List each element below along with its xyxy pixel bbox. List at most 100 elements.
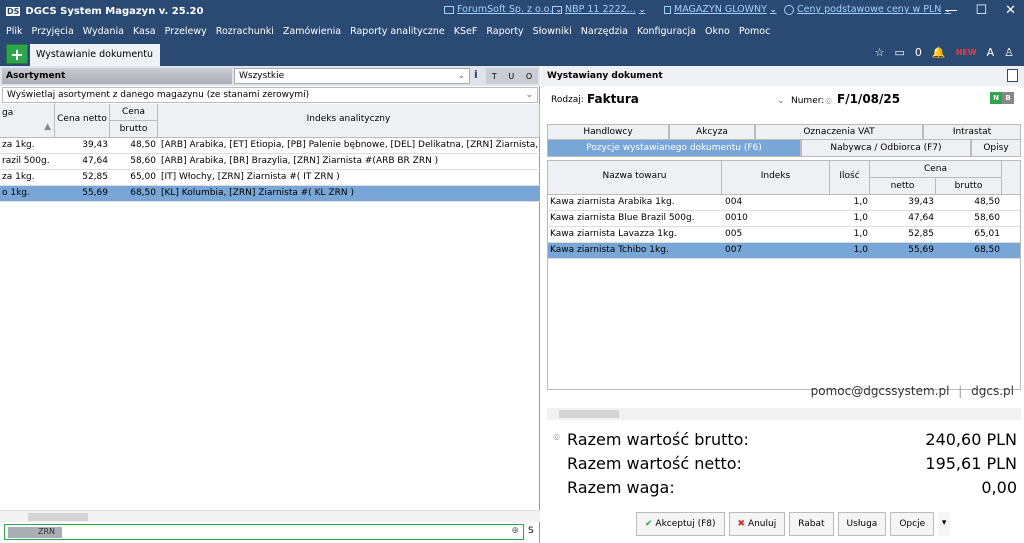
document-panel-title: Wystawiany dokument xyxy=(541,66,1024,86)
user-icon[interactable]: ♙ xyxy=(1004,46,1014,59)
price-selector[interactable]: Ceny podstawowe ceny w PLN ⌄ xyxy=(784,4,951,15)
table-row[interactable]: za 1kg. 39,43 48,50 [ARB] Arabika, [ET] … xyxy=(0,138,540,154)
company-label: ForumSoft Sp. z o.o. xyxy=(457,4,553,15)
usluga-button[interactable]: Usługa xyxy=(837,512,887,536)
bank-selector[interactable]: NBP 11 2222... ⌄ xyxy=(552,4,645,15)
table-row[interactable]: Kawa ziarnista Blue Brazil 500g. 0010 1,… xyxy=(548,211,1020,227)
search-icon[interactable]: ⊕ xyxy=(511,526,519,536)
menu-raporty-analityczne[interactable]: Raporty analityczne xyxy=(350,26,445,37)
menu-konfiguracja[interactable]: Konfiguracja xyxy=(637,26,696,37)
col-brutto[interactable]: brutto xyxy=(936,178,1002,195)
computer-icon[interactable]: ▭ xyxy=(895,46,905,59)
tab-intrastat[interactable]: Intrastat xyxy=(923,124,1021,139)
chevron-down-icon[interactable]: ⌄ xyxy=(777,96,785,106)
horizontal-scrollbar[interactable] xyxy=(0,510,540,522)
document-panel: Wystawiany dokument Rodzaj: Faktura ⌄ Nu… xyxy=(541,66,1024,543)
table-row-selected[interactable]: Kawa ziarnista Tchibo 1kg. 007 1,0 55,69… xyxy=(548,243,1020,259)
tab-nabywca[interactable]: Nabywca / Odbiorca (F7) xyxy=(801,139,971,157)
minimize-button[interactable]: — xyxy=(944,3,957,18)
cell-index: 005 xyxy=(725,229,743,239)
table-row-selected[interactable]: o 1kg. 55,69 68,50 [KL] Kolumbia, [ZRN] … xyxy=(0,186,540,202)
cancel-button[interactable]: ✖ Anuluj xyxy=(728,512,786,536)
col-cena-group: Cena xyxy=(110,104,158,121)
tab-oznaczenia-vat[interactable]: Oznaczenia VAT xyxy=(755,124,923,139)
menu-slowniki[interactable]: Słowniki xyxy=(533,26,572,37)
menu-narzedzia[interactable]: Narzędzia xyxy=(581,26,628,37)
col-cena-netto[interactable]: Cena netto xyxy=(55,104,110,138)
close-button[interactable]: ✕ xyxy=(1005,3,1016,18)
positions-table-header: Nazwa towaru Indeks Ilość Cena netto bru… xyxy=(548,161,1020,195)
table-row[interactable]: Kawa ziarnista Lavazza 1kg. 005 1,0 52,8… xyxy=(548,227,1020,243)
opcje-button[interactable]: Opcje xyxy=(890,512,935,536)
scrollbar-thumb[interactable] xyxy=(559,410,619,418)
menu-wydania[interactable]: Wydania xyxy=(83,26,124,37)
font-size-icon[interactable]: A xyxy=(987,46,995,59)
s-label[interactable]: S xyxy=(528,526,534,536)
chevron-down-icon: ⌄ xyxy=(525,90,533,100)
cell-brutto: 58,60 xyxy=(130,156,156,166)
bell-icon[interactable]: 🔔 xyxy=(932,46,946,59)
tab-akcyza[interactable]: Akcyza xyxy=(669,124,755,139)
menu-ksef[interactable]: KSeF xyxy=(454,26,478,37)
rodzaj-value[interactable]: Faktura xyxy=(587,92,639,106)
menu-przyjecia[interactable]: Przyjęcia xyxy=(32,26,74,37)
prices-label: Ceny podstawowe ceny w PLN xyxy=(797,4,942,15)
star-icon[interactable]: ☆ xyxy=(875,46,885,59)
assortment-filter-select[interactable]: Wszystkie ⌄ xyxy=(234,68,470,84)
tab-pozycje[interactable]: Pozycje wystawianego dokumentu (F6) xyxy=(547,139,801,157)
maximize-button[interactable]: ☐ xyxy=(975,3,987,18)
badge-n[interactable]: N xyxy=(990,92,1002,104)
col-netto[interactable]: netto xyxy=(870,178,936,195)
company-icon xyxy=(444,5,454,14)
rabat-button[interactable]: Rabat xyxy=(789,512,834,536)
tab-wystawianie-dokumentu[interactable]: Wystawianie dokumentu xyxy=(30,44,160,66)
add-tab-button[interactable]: + xyxy=(6,44,28,64)
col-ilosc[interactable]: Ilość xyxy=(830,161,870,195)
menu-przelewy[interactable]: Przelewy xyxy=(165,26,207,37)
col-name[interactable]: ga ▲ xyxy=(0,104,55,138)
tab-handlowcy[interactable]: Handlowcy xyxy=(547,124,669,139)
cell-index: 007 xyxy=(725,245,743,255)
menu-rozrachunki[interactable]: Rozrachunki xyxy=(216,26,274,37)
contact-email[interactable]: pomoc@dgcssystem.pl xyxy=(811,384,950,398)
scrollbar-thumb[interactable] xyxy=(28,513,88,521)
col-nazwa-towaru[interactable]: Nazwa towaru xyxy=(548,161,722,195)
menu-kasa[interactable]: Kasa xyxy=(133,26,156,37)
filter-chip[interactable]: ZRN xyxy=(8,527,62,538)
col-indeks-analityczny[interactable]: Indeks analityczny xyxy=(158,104,540,138)
menu-okno[interactable]: Okno xyxy=(705,26,730,37)
table-row[interactable]: razil 500g. 47,64 58,60 [ARB] Arabika, [… xyxy=(0,154,540,170)
counter-badge: 0 xyxy=(914,46,922,59)
radio-icon[interactable]: ◎ xyxy=(825,96,832,105)
menu-raporty[interactable]: Raporty xyxy=(486,26,523,37)
radio-icon[interactable]: ◎ xyxy=(553,432,560,441)
cell-qty: 1,0 xyxy=(853,229,868,239)
toggle-o[interactable]: O xyxy=(526,72,532,81)
menu-pomoc[interactable]: Pomoc xyxy=(739,26,771,37)
accept-button[interactable]: ✔ Akceptuj (F8) xyxy=(636,512,725,536)
numer-value[interactable]: F/1/08/25 xyxy=(837,92,900,106)
warehouse-selector[interactable]: MAGAZYN GLOWNY ⌄ xyxy=(664,4,777,15)
cell-name: Kawa ziarnista Blue Brazil 500g. xyxy=(550,213,695,223)
col-indeks[interactable]: Indeks xyxy=(722,161,830,195)
horizontal-scrollbar[interactable] xyxy=(547,408,1021,420)
info-icon[interactable]: i xyxy=(474,68,478,81)
stock-filter-select[interactable]: Wyświetlaj asortyment z danego magazynu … xyxy=(2,87,538,103)
menu-zamowienia[interactable]: Zamówienia xyxy=(283,26,341,37)
col-brutto[interactable]: brutto xyxy=(110,121,158,138)
table-row[interactable]: za 1kg. 52,85 65,00 [IT] Włochy, [ZRN] Z… xyxy=(0,170,540,186)
toggle-t[interactable]: T xyxy=(492,72,497,81)
new-badge[interactable]: NEW xyxy=(956,48,977,57)
tab-opisy[interactable]: Opisy xyxy=(971,139,1021,157)
col-name-label: ga xyxy=(2,108,14,118)
more-options-button[interactable]: ▾ xyxy=(938,512,951,536)
company-selector[interactable]: ForumSoft Sp. z o.o. ⌄ xyxy=(444,4,562,15)
menu-plik[interactable]: Plik xyxy=(6,26,23,37)
search-input[interactable]: ZRN ⊕ xyxy=(4,524,524,540)
contact-site[interactable]: dgcs.pl xyxy=(971,384,1014,398)
toolbar-icons: ☆ ▭ 0 🔔 NEW A ♙ xyxy=(875,46,1014,59)
toggle-u[interactable]: U xyxy=(508,72,514,81)
table-row[interactable]: Kawa ziarnista Arabika 1kg. 004 1,0 39,4… xyxy=(548,195,1020,211)
badge-b[interactable]: B xyxy=(1002,92,1014,104)
document-icon[interactable] xyxy=(1007,69,1018,82)
